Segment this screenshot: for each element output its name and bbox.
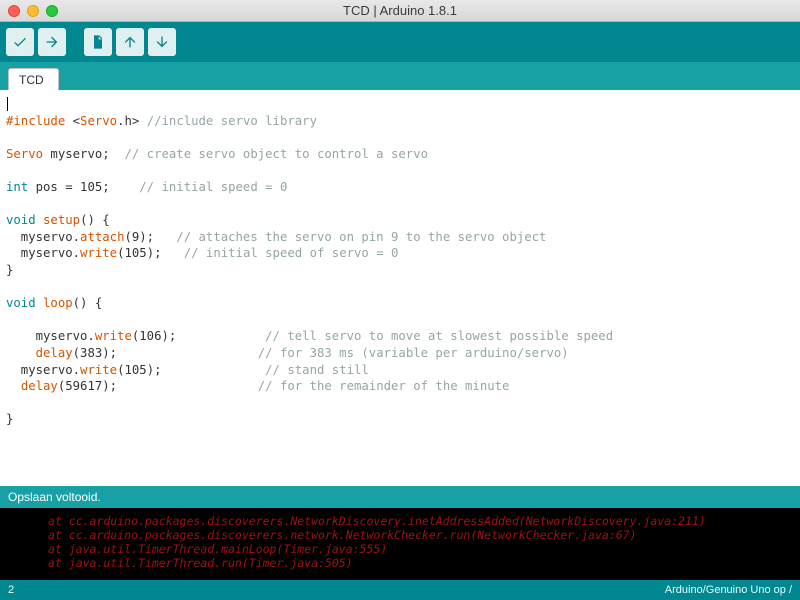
- code-editor[interactable]: #include <Servo.h> //include servo libra…: [0, 90, 800, 486]
- code-token: (383);: [73, 346, 258, 360]
- code-comment: // for the remainder of the minute: [258, 379, 510, 393]
- file-icon: [90, 34, 106, 50]
- footer-board-info: Arduino/Genuino Uno op /: [665, 584, 792, 596]
- code-token: [6, 379, 21, 393]
- code-token: setup: [43, 213, 80, 227]
- code-token: write: [95, 329, 132, 343]
- code-token: (59617);: [58, 379, 258, 393]
- code-token: write: [80, 363, 117, 377]
- code-comment: // attaches the servo on pin 9 to the se…: [176, 230, 546, 244]
- tab-strip: TCD: [0, 62, 800, 90]
- code-token: [36, 213, 43, 227]
- code-token: () {: [80, 213, 110, 227]
- code-token: pos = 105;: [28, 180, 139, 194]
- code-token: }: [6, 412, 13, 426]
- footer-line-number: 2: [8, 584, 14, 596]
- check-icon: [12, 34, 28, 50]
- code-token: <: [65, 114, 80, 128]
- console-line: at cc.arduino.packages.discoverers.Netwo…: [48, 514, 706, 528]
- console-line: at cc.arduino.packages.discoverers.netwo…: [48, 528, 637, 542]
- code-token: (106);: [132, 329, 265, 343]
- code-comment: // stand still: [265, 363, 369, 377]
- code-token: () {: [73, 296, 103, 310]
- window-title: TCD | Arduino 1.8.1: [0, 3, 800, 18]
- code-token: myservo.: [6, 363, 80, 377]
- status-message: Opslaan voltooid.: [8, 490, 101, 504]
- console-line: at java.util.TimerThread.run(Timer.java:…: [48, 556, 353, 570]
- code-token: delay: [21, 379, 58, 393]
- code-token: int: [6, 180, 28, 194]
- code-comment: // for 383 ms (variable per arduino/serv…: [258, 346, 569, 360]
- code-token: myservo;: [43, 147, 124, 161]
- code-comment: // create servo object to control a serv…: [124, 147, 428, 161]
- tab-tcd[interactable]: TCD: [8, 68, 59, 91]
- code-token: delay: [36, 346, 73, 360]
- status-bar: Opslaan voltooid.: [0, 486, 800, 508]
- code-token: write: [80, 246, 117, 260]
- code-token: [6, 346, 36, 360]
- code-token: Servo: [6, 147, 43, 161]
- footer-bar: 2 Arduino/Genuino Uno op /: [0, 580, 800, 600]
- code-token: (105);: [117, 363, 265, 377]
- code-token: [36, 296, 43, 310]
- console-line: at java.util.TimerThread.mainLoop(Timer.…: [48, 542, 387, 556]
- verify-button[interactable]: [6, 28, 34, 56]
- arrow-down-icon: [154, 34, 170, 50]
- upload-button[interactable]: [38, 28, 66, 56]
- open-sketch-button[interactable]: [116, 28, 144, 56]
- code-comment: // tell servo to move at slowest possibl…: [265, 329, 613, 343]
- arrow-up-icon: [122, 34, 138, 50]
- new-sketch-button[interactable]: [84, 28, 112, 56]
- code-token: myservo.: [6, 246, 80, 260]
- code-token: void: [6, 296, 36, 310]
- code-comment: // initial speed = 0: [139, 180, 287, 194]
- code-token: (9);: [124, 230, 176, 244]
- code-token: attach: [80, 230, 124, 244]
- console-output[interactable]: at cc.arduino.packages.discoverers.Netwo…: [0, 508, 800, 580]
- code-comment: //include servo library: [147, 114, 317, 128]
- code-token: .h>: [117, 114, 147, 128]
- save-sketch-button[interactable]: [148, 28, 176, 56]
- code-token: Servo: [80, 114, 117, 128]
- code-token: void: [6, 213, 36, 227]
- code-comment: // initial speed of servo = 0: [184, 246, 399, 260]
- arrow-right-icon: [44, 34, 60, 50]
- code-token: (105);: [117, 246, 184, 260]
- toolbar: [0, 22, 800, 62]
- code-token: myservo.: [6, 230, 80, 244]
- code-token: #include: [6, 114, 65, 128]
- code-token: loop: [43, 296, 73, 310]
- code-token: }: [6, 263, 13, 277]
- window-titlebar: TCD | Arduino 1.8.1: [0, 0, 800, 22]
- code-token: myservo.: [6, 329, 95, 343]
